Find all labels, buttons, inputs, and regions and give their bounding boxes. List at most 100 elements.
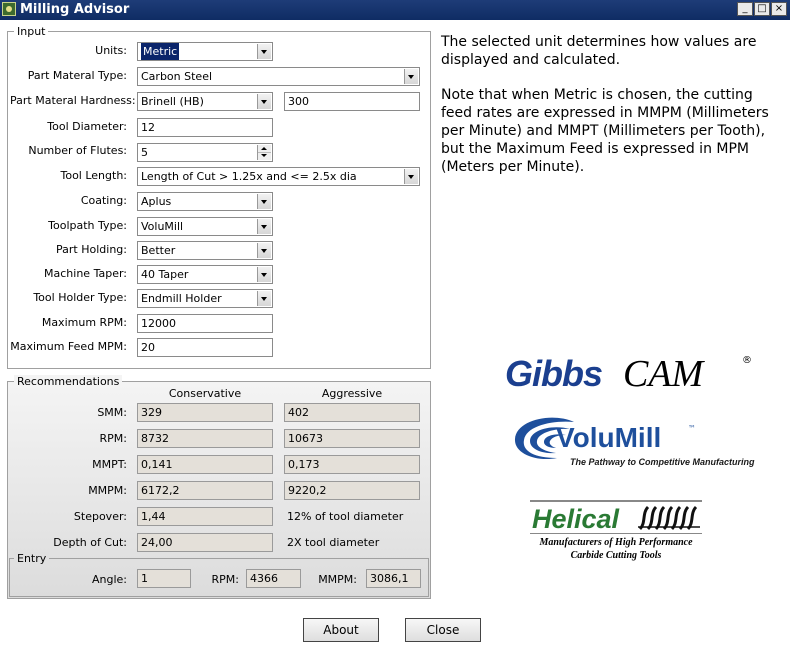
helical-top-rule bbox=[530, 500, 702, 502]
chevron-down-icon bbox=[257, 194, 271, 209]
input-legend: Input bbox=[14, 25, 49, 38]
max-feed-label: Maximum Feed MPM: bbox=[10, 340, 127, 353]
tool-holder-value: Endmill Holder bbox=[141, 292, 222, 305]
chevron-down-icon bbox=[257, 219, 271, 234]
mmpm-conservative: 6172,2 bbox=[137, 481, 273, 500]
chevron-down-icon bbox=[257, 243, 271, 258]
tool-holder-select[interactable]: Endmill Holder bbox=[137, 289, 273, 308]
depth-of-cut-label: Depth of Cut: bbox=[53, 536, 127, 549]
angle-value: 1 bbox=[137, 569, 191, 588]
helical-name: Helical bbox=[532, 504, 620, 534]
gibbscam-logo: Gibbs CAM ® bbox=[505, 353, 755, 395]
title-bar[interactable]: Milling Advisor _ □ × bbox=[0, 0, 790, 20]
hardness-scale-select[interactable]: Brinell (HB) bbox=[137, 92, 273, 111]
mmpt-label: MMPT: bbox=[92, 458, 127, 471]
entry-rpm-label: RPM: bbox=[211, 573, 239, 586]
units-select[interactable]: Metric bbox=[137, 42, 273, 61]
toolpath-type-value: VoluMill bbox=[141, 220, 184, 233]
info-paragraph-1: The selected unit determines how values … bbox=[441, 34, 757, 68]
smm-conservative: 329 bbox=[137, 403, 273, 422]
close-window-button[interactable]: × bbox=[771, 2, 787, 16]
gibbscam-gibbs-text: Gibbs bbox=[505, 353, 603, 394]
depth-of-cut-value: 24,00 bbox=[137, 533, 273, 552]
entry-mmpm-value: 3086,1 bbox=[366, 569, 421, 588]
coating-select[interactable]: Aplus bbox=[137, 192, 273, 211]
volumill-tm: ™ bbox=[688, 424, 696, 433]
spin-down-icon[interactable] bbox=[258, 152, 271, 159]
helical-line2: Carbide Cutting Tools bbox=[570, 550, 662, 561]
smm-label: SMM: bbox=[97, 406, 127, 419]
rpm-aggressive: 10673 bbox=[284, 429, 420, 448]
tool-diameter-label: Tool Diameter: bbox=[47, 120, 127, 133]
entry-legend: Entry bbox=[14, 552, 50, 565]
units-label: Units: bbox=[95, 44, 127, 57]
coating-value: Aplus bbox=[141, 195, 172, 208]
entry-mmpm-label: MMPM: bbox=[318, 573, 357, 586]
volumill-tagline: The Pathway to Competitive Manufacturing bbox=[570, 457, 755, 467]
mmpm-label: MMPM: bbox=[88, 484, 127, 497]
stepover-value: 1,44 bbox=[137, 507, 273, 526]
toolpath-type-label: Toolpath Type: bbox=[48, 219, 127, 232]
mmpt-conservative: 0,141 bbox=[137, 455, 273, 474]
machine-taper-label: Machine Taper: bbox=[44, 267, 127, 280]
entry-rpm-value: 4366 bbox=[246, 569, 301, 588]
chevron-down-icon bbox=[257, 267, 271, 282]
max-rpm-input[interactable]: 12000 bbox=[137, 314, 273, 333]
smm-aggressive: 402 bbox=[284, 403, 420, 422]
helical-logo: Helical Manufacturers of High Performanc… bbox=[530, 500, 705, 566]
rpm-label: RPM: bbox=[99, 432, 127, 445]
part-holding-value: Better bbox=[141, 244, 176, 257]
helical-flutes-icon bbox=[638, 505, 700, 531]
chevron-down-icon bbox=[257, 44, 271, 59]
angle-label: Angle: bbox=[91, 573, 127, 586]
stepover-label: Stepover: bbox=[73, 510, 127, 523]
chevron-down-icon bbox=[257, 94, 271, 109]
aggressive-header: Aggressive bbox=[321, 387, 383, 400]
spin-buttons[interactable] bbox=[257, 145, 271, 160]
hardness-scale-value: Brinell (HB) bbox=[141, 95, 204, 108]
machine-taper-select[interactable]: 40 Taper bbox=[137, 265, 273, 284]
tool-length-label: Tool Length: bbox=[60, 169, 127, 182]
tool-holder-label: Tool Holder Type: bbox=[33, 291, 127, 304]
machine-taper-value: 40 Taper bbox=[141, 268, 189, 281]
about-button[interactable]: About bbox=[303, 618, 379, 642]
max-rpm-label: Maximum RPM: bbox=[41, 316, 127, 329]
flutes-stepper[interactable]: 5 bbox=[137, 143, 273, 162]
volumill-name: VoluMill bbox=[556, 422, 662, 453]
toolpath-type-select[interactable]: VoluMill bbox=[137, 217, 273, 236]
max-feed-input[interactable]: 20 bbox=[137, 338, 273, 357]
coating-label: Coating: bbox=[80, 194, 127, 207]
close-button[interactable]: Close bbox=[405, 618, 481, 642]
depth-of-cut-note: 2X tool diameter bbox=[287, 536, 380, 549]
volumill-logo: VoluMill ™ The Pathway to Competitive Ma… bbox=[512, 412, 755, 472]
window-title: Milling Advisor bbox=[20, 2, 130, 17]
maximize-button[interactable]: □ bbox=[754, 2, 770, 16]
recommendations-legend: Recommendations bbox=[14, 375, 123, 388]
minimize-button[interactable]: _ bbox=[737, 2, 753, 16]
chevron-down-icon bbox=[404, 69, 418, 84]
hardness-label: Part Materal Hardness: bbox=[10, 94, 136, 107]
chevron-down-icon bbox=[257, 291, 271, 306]
tool-diameter-input[interactable]: 12 bbox=[137, 118, 273, 137]
material-type-label: Part Materal Type: bbox=[27, 69, 127, 82]
mmpt-aggressive: 0,173 bbox=[284, 455, 420, 474]
unit-info-text: The selected unit determines how values … bbox=[441, 33, 781, 193]
part-holding-select[interactable]: Better bbox=[137, 241, 273, 260]
flutes-value: 5 bbox=[141, 146, 148, 159]
hardness-input[interactable]: 300 bbox=[284, 92, 420, 111]
part-holding-label: Part Holding: bbox=[56, 243, 127, 256]
units-value: Metric bbox=[141, 43, 180, 60]
app-icon bbox=[2, 2, 16, 16]
material-type-value: Carbon Steel bbox=[141, 70, 213, 83]
helical-line1: Manufacturers of High Performance bbox=[539, 537, 693, 548]
material-type-select[interactable]: Carbon Steel bbox=[137, 67, 420, 86]
flutes-label: Number of Flutes: bbox=[28, 144, 127, 157]
mmpm-aggressive: 9220,2 bbox=[284, 481, 420, 500]
tool-length-select[interactable]: Length of Cut > 1.25x and <= 2.5x dia bbox=[137, 167, 420, 186]
helical-mid-rule bbox=[530, 533, 702, 534]
gibbscam-registered-mark: ® bbox=[742, 355, 752, 366]
rpm-conservative: 8732 bbox=[137, 429, 273, 448]
stepover-note: 12% of tool diameter bbox=[287, 510, 404, 523]
gibbscam-cam-text: CAM bbox=[623, 353, 704, 395]
conservative-header: Conservative bbox=[168, 387, 242, 400]
